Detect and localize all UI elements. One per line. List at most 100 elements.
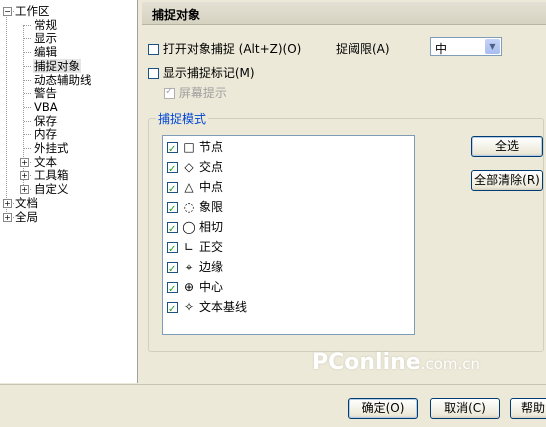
- tree-guide-line: [24, 65, 31, 67]
- threshold-value: 中: [435, 42, 448, 56]
- watermark-suffix: .com.cn: [420, 355, 481, 373]
- tree-guide-line: [24, 106, 31, 108]
- snap-mode-checkbox[interactable]: [167, 160, 178, 180]
- tree-item-label: 内存: [34, 127, 57, 142]
- select-all-button[interactable]: 全选: [471, 136, 543, 157]
- snap-mode-icon: ⊕: [183, 280, 195, 294]
- tree-item-label: 自定义: [34, 182, 69, 197]
- tree-guide-line: [24, 148, 31, 149]
- tree-guide-line: [24, 24, 31, 26]
- tooltip-label: 屏幕提示: [178, 86, 227, 100]
- expand-icon[interactable]: +: [3, 212, 12, 222]
- open-snap-checkbox[interactable]: [148, 44, 159, 55]
- tooltip-checkbox[interactable]: [164, 86, 175, 99]
- snap-mode-label: 边缘: [199, 260, 224, 274]
- tree-item[interactable]: 文本: [33, 155, 58, 169]
- collapse-icon[interactable]: −: [3, 7, 12, 16]
- tree-item[interactable]: 编辑: [33, 45, 58, 59]
- tree-item[interactable]: 工作区: [14, 4, 51, 18]
- expand-icon[interactable]: +: [20, 185, 29, 195]
- expand-icon[interactable]: +: [20, 171, 29, 181]
- tree-guide-line: [24, 134, 31, 136]
- show-marks-checkbox[interactable]: [148, 68, 159, 79]
- threshold-select[interactable]: 中 ▼: [430, 37, 502, 56]
- snap-mode-checkbox[interactable]: [167, 140, 178, 160]
- expand-icon[interactable]: +: [20, 157, 29, 167]
- snap-mode-label: 象限: [199, 200, 224, 214]
- threshold-label: 捉阈限(A): [336, 42, 390, 56]
- tree-guide-line: [6, 12, 7, 218]
- tooltip-option[interactable]: 屏幕提示: [164, 84, 227, 101]
- tree-item[interactable]: 警告: [33, 86, 58, 100]
- snap-mode-icon: ✧: [183, 300, 195, 314]
- tree-item[interactable]: 全局: [14, 210, 39, 224]
- snap-mode-icon: ⌖: [185, 260, 193, 274]
- panel-header: 捕捉对象: [142, 2, 546, 25]
- tree-item-label: 工具箱: [34, 168, 69, 183]
- snap-mode-icon: ◌: [183, 200, 195, 214]
- snap-mode-item[interactable]: ✧ 文本基线: [167, 297, 248, 320]
- snap-mode-icon: ◇: [184, 160, 194, 174]
- snap-mode-checkbox[interactable]: [167, 180, 178, 200]
- snap-mode-item[interactable]: ◯相切: [167, 217, 224, 240]
- tree-item[interactable]: 自定义: [33, 182, 70, 196]
- tree-item-label: 外挂式: [34, 141, 69, 155]
- snap-mode-item[interactable]: ◌ 象限: [167, 197, 224, 220]
- tree-item-label: 捕捉对象: [33, 58, 81, 73]
- snap-mode-label: 节点: [199, 140, 224, 154]
- expand-icon[interactable]: +: [3, 198, 12, 208]
- snap-mode-item[interactable]: ∟ 正交: [167, 237, 224, 260]
- open-snap-option[interactable]: 打开对象捕捉 (Alt+Z)(O): [148, 40, 301, 57]
- snap-mode-item[interactable]: ⊕ 中心: [167, 277, 224, 300]
- snap-mode-label: 正交: [199, 240, 224, 254]
- tree-guide-line: [24, 93, 31, 95]
- snap-mode-label: 相切: [199, 220, 224, 234]
- tree-item[interactable]: 动态辅助线: [33, 73, 93, 87]
- snap-mode-checkbox[interactable]: [167, 280, 178, 300]
- snap-mode-label: 文本基线: [199, 300, 248, 314]
- snap-mode-item[interactable]: □ 节点: [167, 137, 224, 160]
- snap-mode-checkbox[interactable]: [167, 200, 178, 220]
- tree-guide-line: [24, 38, 31, 40]
- tree-item-label: 显示: [34, 31, 57, 46]
- snap-settings-panel: 捕捉对象 打开对象捕捉 (Alt+Z)(O) 捉阈限(A) 中 ▼ 显示捕捉标记…: [140, 0, 546, 383]
- clear-all-button[interactable]: 全部清除(R): [471, 170, 543, 191]
- snap-mode-group-title: 捕捉模式: [156, 110, 209, 127]
- help-button[interactable]: 帮助: [510, 398, 546, 419]
- cancel-button[interactable]: 取消(C): [430, 398, 500, 419]
- snap-mode-checkbox[interactable]: [167, 240, 178, 260]
- snap-mode-list[interactable]: □节点◇交点△中点◌象限◯相切∟正交⌖边缘⊕中心✧文本基线: [162, 135, 415, 335]
- tree-item-label: 动态辅助线: [34, 72, 92, 87]
- snap-mode-label: 交点: [199, 160, 224, 174]
- show-marks-option[interactable]: 显示捕捉标记(M): [148, 64, 255, 81]
- chevron-down-icon[interactable]: ▼: [485, 39, 500, 54]
- tree-item[interactable]: 保存: [33, 114, 58, 128]
- tree-guide-line: [24, 120, 31, 122]
- tree-item[interactable]: 常规: [33, 18, 58, 32]
- snap-mode-checkbox[interactable]: [167, 300, 178, 320]
- snap-mode-item[interactable]: △ 中点: [167, 177, 224, 200]
- tree-item[interactable]: 内存: [33, 127, 58, 141]
- tree-item[interactable]: 捕捉对象: [33, 58, 81, 73]
- snap-mode-label: 中心: [199, 280, 224, 294]
- tree-item-label: 常规: [34, 17, 57, 32]
- options-tree[interactable]: 工作区 − 常规 显示 编辑 捕捉对象 动态辅助线 警告 VBA 保存 内存 外挂式 文本 + 工具箱 + 自定…: [0, 0, 138, 383]
- snap-mode-checkbox[interactable]: [167, 260, 178, 280]
- tree-item[interactable]: 文档: [14, 196, 39, 210]
- tree-item[interactable]: 显示: [33, 31, 58, 45]
- tree-item-label: VBA: [34, 99, 58, 114]
- ok-button[interactable]: 确定(O): [348, 398, 418, 419]
- watermark-text: PConline: [312, 350, 421, 375]
- snap-mode-item[interactable]: ◇ 交点: [167, 157, 224, 180]
- tree-item-label: 全局: [15, 209, 38, 224]
- snap-mode-icon: ∟: [183, 240, 195, 254]
- tree-item[interactable]: 外挂式: [33, 141, 70, 155]
- tree-guide-line: [24, 52, 31, 54]
- tree-item[interactable]: 工具箱: [33, 168, 70, 182]
- tree-item[interactable]: VBA: [33, 100, 59, 114]
- snap-mode-item[interactable]: ⌖ 边缘: [167, 257, 224, 280]
- snap-mode-label: 中点: [199, 180, 224, 194]
- tree-item-label: 警告: [34, 86, 57, 101]
- snap-mode-checkbox[interactable]: [167, 220, 178, 240]
- snap-mode-icon: ◯: [182, 220, 196, 234]
